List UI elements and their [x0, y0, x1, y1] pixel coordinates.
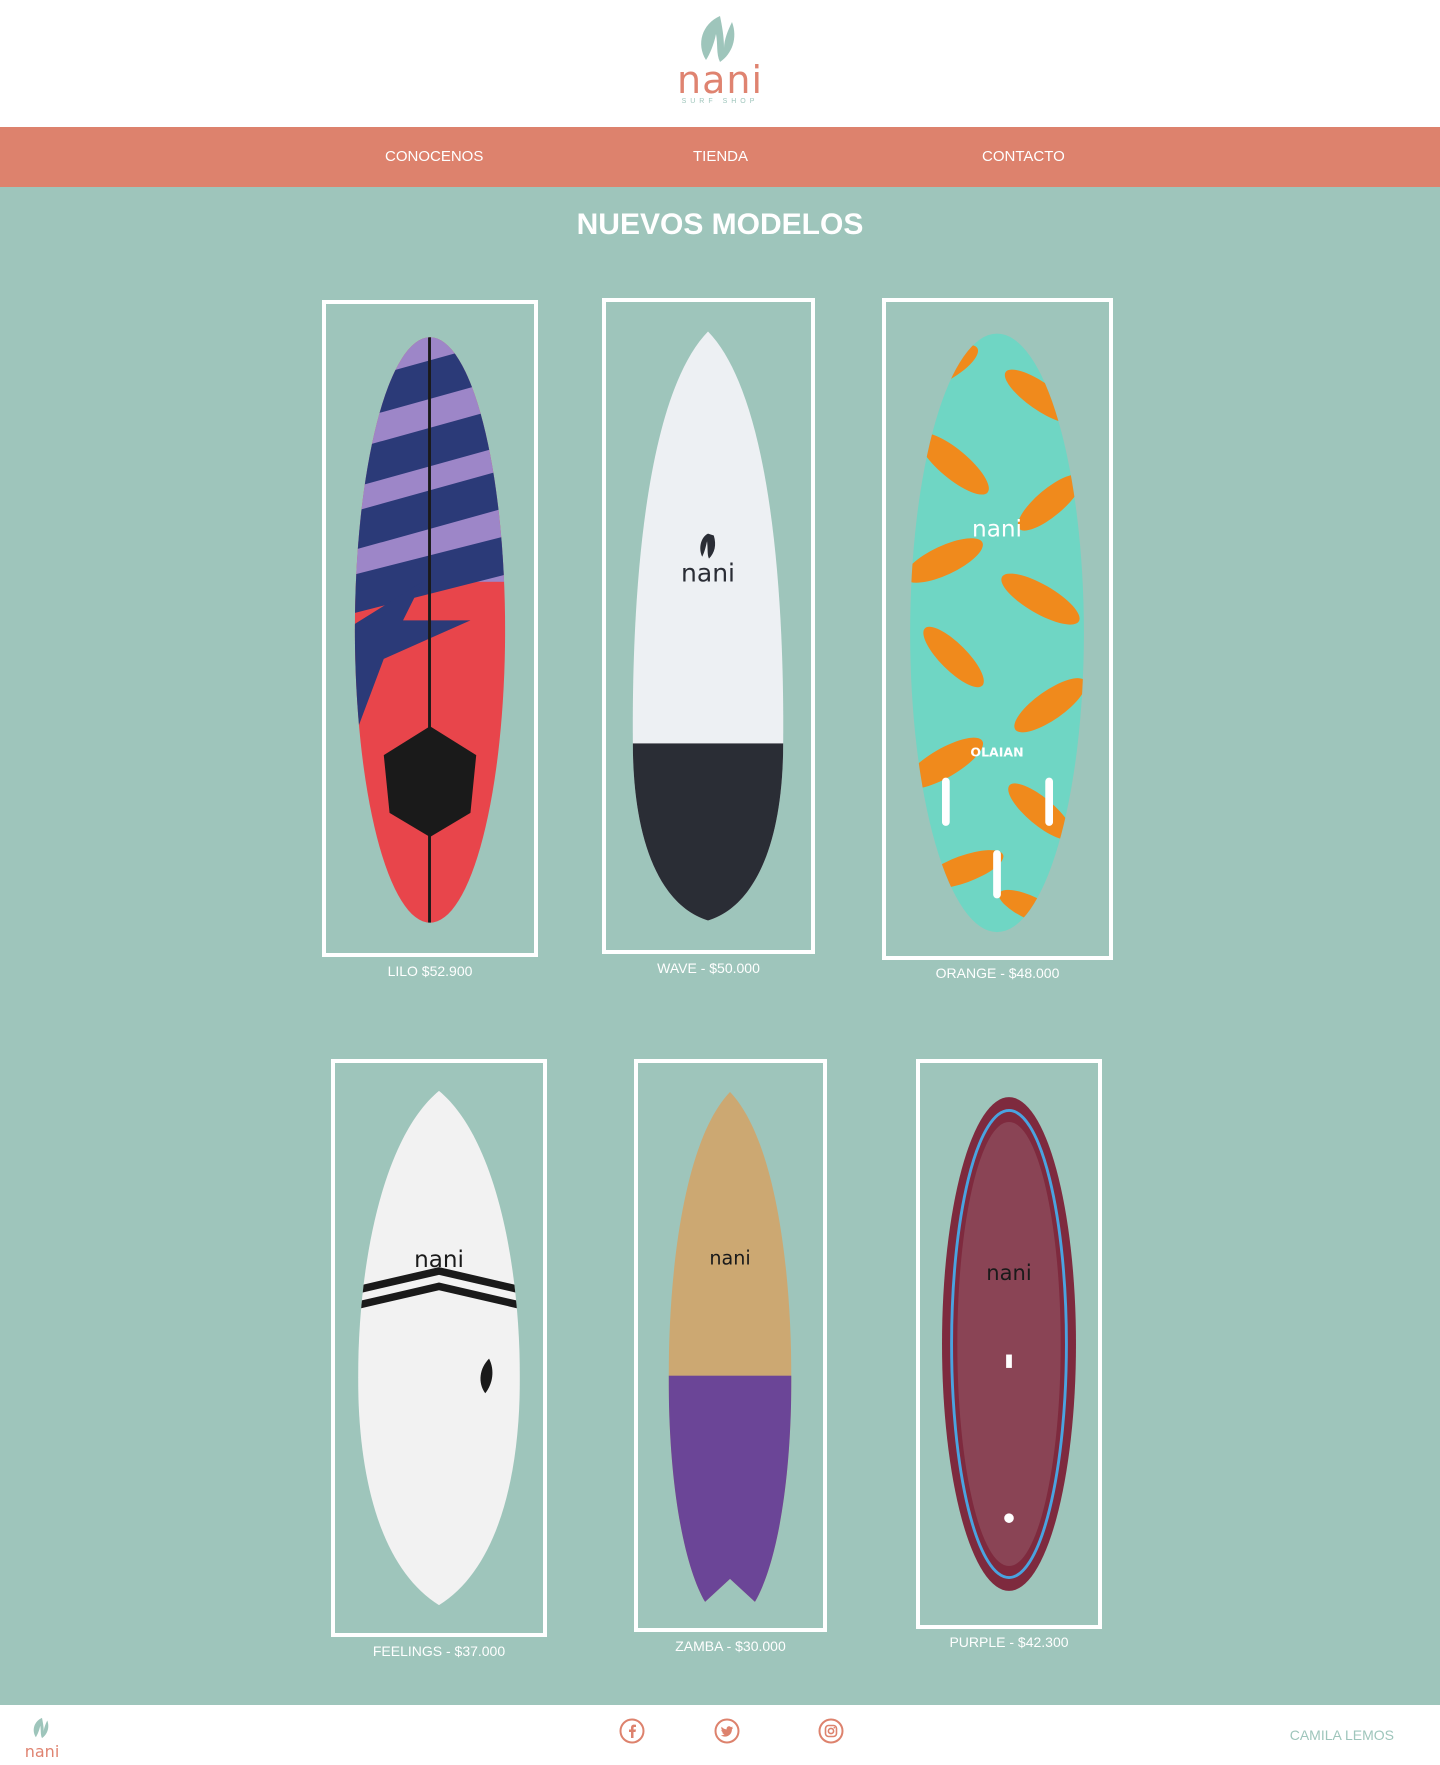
product-caption: WAVE - $50.000: [657, 960, 760, 976]
header: nani SURF SHOP: [0, 0, 1440, 127]
nav-item-tienda[interactable]: TIENDA: [693, 127, 748, 187]
twitter-icon[interactable]: [714, 1718, 740, 1744]
product-caption: LILO $52.900: [387, 963, 473, 979]
brand-name: nani: [676, 58, 763, 102]
product-caption: FEELINGS - $37.000: [372, 1643, 506, 1659]
footer-credit: CAMILA LEMOS: [1289, 1727, 1394, 1743]
product-card-lilo[interactable]: [322, 300, 538, 957]
footer-logo[interactable]: nani: [22, 1717, 62, 1761]
product-card-wave[interactable]: nani: [602, 298, 815, 954]
product-caption: PURPLE - $42.300: [949, 1634, 1069, 1650]
product-card-orange[interactable]: nani OLAIAN: [882, 298, 1113, 960]
main-nav: CONOCENOS TIENDA CONTACTO: [0, 127, 1440, 187]
surfboard-image: nani: [632, 331, 784, 921]
facebook-icon[interactable]: [619, 1718, 645, 1744]
surfboard-image: [354, 337, 506, 923]
leaf-logo-icon: [701, 16, 735, 62]
product-card-zamba[interactable]: nani: [634, 1059, 827, 1632]
product-card-feelings[interactable]: nani: [331, 1059, 547, 1637]
nav-item-contacto[interactable]: CONTACTO: [982, 127, 1065, 187]
svg-text:nani: nani: [414, 1247, 464, 1273]
brand-tagline: SURF SHOP: [681, 98, 759, 105]
product-card-purple[interactable]: nani: [916, 1059, 1102, 1629]
surfboard-image: nani: [668, 1091, 792, 1602]
svg-text:nani: nani: [986, 1260, 1031, 1285]
brand-logo[interactable]: nani SURF SHOP: [676, 14, 764, 114]
instagram-icon[interactable]: [818, 1718, 844, 1744]
footer: nani CAMILA LEMOS: [0, 1705, 1440, 1765]
section-title: NUEVOS MODELOS: [576, 208, 864, 241]
svg-text:nani: nani: [709, 1247, 750, 1270]
svg-text:nani: nani: [972, 516, 1022, 542]
product-caption: ORANGE - $48.000: [935, 965, 1060, 981]
product-caption: ZAMBA - $30.000: [675, 1638, 786, 1654]
surfboard-image: nani: [358, 1090, 520, 1606]
leaf-logo-icon: [33, 1717, 49, 1739]
surfboard-image: nani: [942, 1097, 1076, 1591]
footer-brand: nani: [24, 1742, 60, 1761]
nav-item-conocenos[interactable]: CONOCENOS: [385, 127, 483, 187]
svg-text:nani: nani: [681, 559, 735, 588]
board-print-text: OLAIAN: [970, 744, 1023, 759]
surfboard-image: nani OLAIAN: [910, 333, 1084, 933]
